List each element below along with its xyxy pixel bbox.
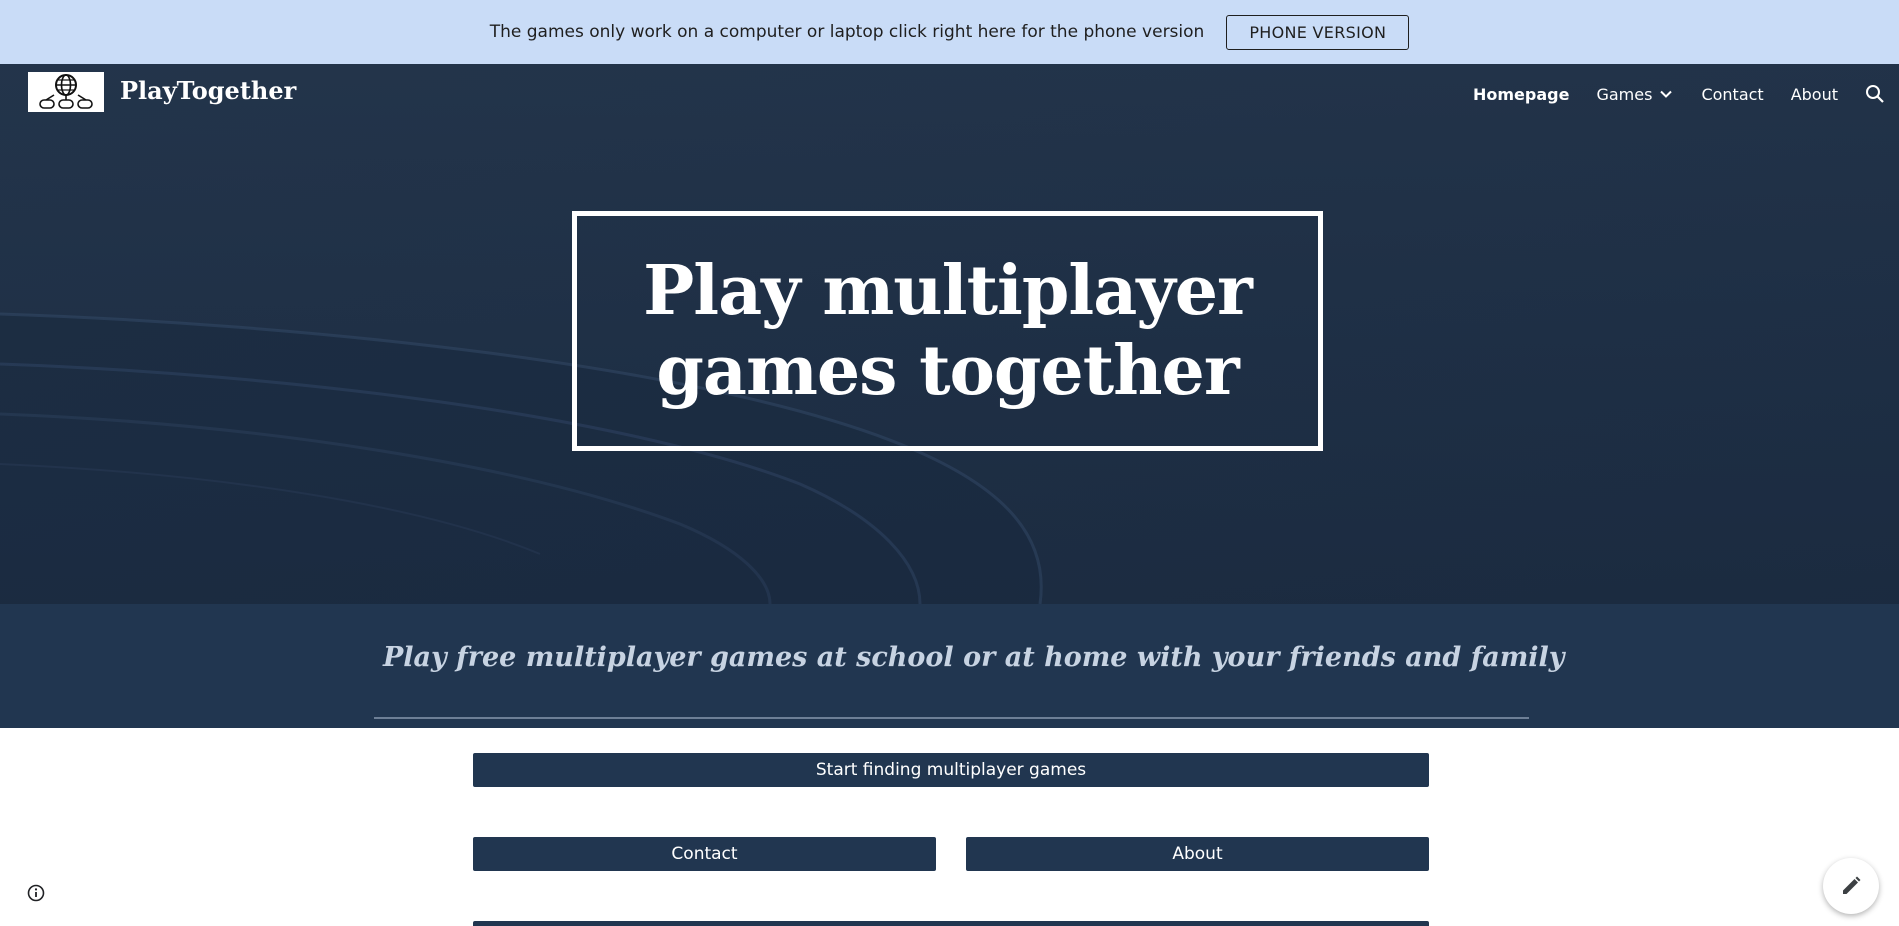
nav-item-contact[interactable]: Contact [1701, 85, 1763, 104]
divider [374, 717, 1529, 719]
site-info-button[interactable] [27, 884, 45, 906]
about-button[interactable]: About [966, 837, 1429, 871]
announcement-bar: The games only work on a computer or lap… [0, 0, 1899, 64]
start-finding-games-button[interactable]: Start finding multiplayer games [473, 753, 1429, 787]
pencil-icon [1843, 876, 1861, 894]
subtitle-band: Play free multiplayer games at school or… [0, 604, 1899, 728]
edit-button[interactable] [1823, 858, 1879, 914]
nav-item-homepage[interactable]: Homepage [1473, 85, 1569, 104]
search-icon [1866, 85, 1884, 103]
hero-title: Play multiplayer games together [643, 251, 1253, 411]
hero-title-box: Play multiplayer games together [572, 211, 1323, 451]
nav-item-about[interactable]: About [1791, 85, 1838, 104]
hero-title-line2: games together [656, 331, 1239, 411]
nav-item-games[interactable]: Games [1596, 85, 1674, 104]
nav-item-games-label: Games [1596, 84, 1653, 104]
globe-controllers-icon [39, 74, 93, 109]
site-logo[interactable] [28, 72, 104, 112]
site-title[interactable]: PlayTogether [120, 76, 296, 105]
phone-version-button[interactable]: PHONE VERSION [1226, 14, 1410, 50]
hero-title-line1: Play multiplayer [643, 251, 1253, 331]
next-button-partial[interactable] [473, 921, 1429, 926]
main-nav: Homepage Games Contact About [1473, 80, 1899, 108]
chevron-down-icon [1660, 90, 1673, 98]
search-button[interactable] [1865, 84, 1885, 104]
info-icon [27, 884, 45, 902]
subtitle-text: Play free multiplayer games at school or… [383, 642, 1565, 673]
announcement-message: The games only work on a computer or lap… [489, 22, 1205, 42]
contact-button[interactable]: Contact [473, 837, 936, 871]
hero-section: PlayTogether Homepage Games Contact Abou… [0, 64, 1899, 604]
